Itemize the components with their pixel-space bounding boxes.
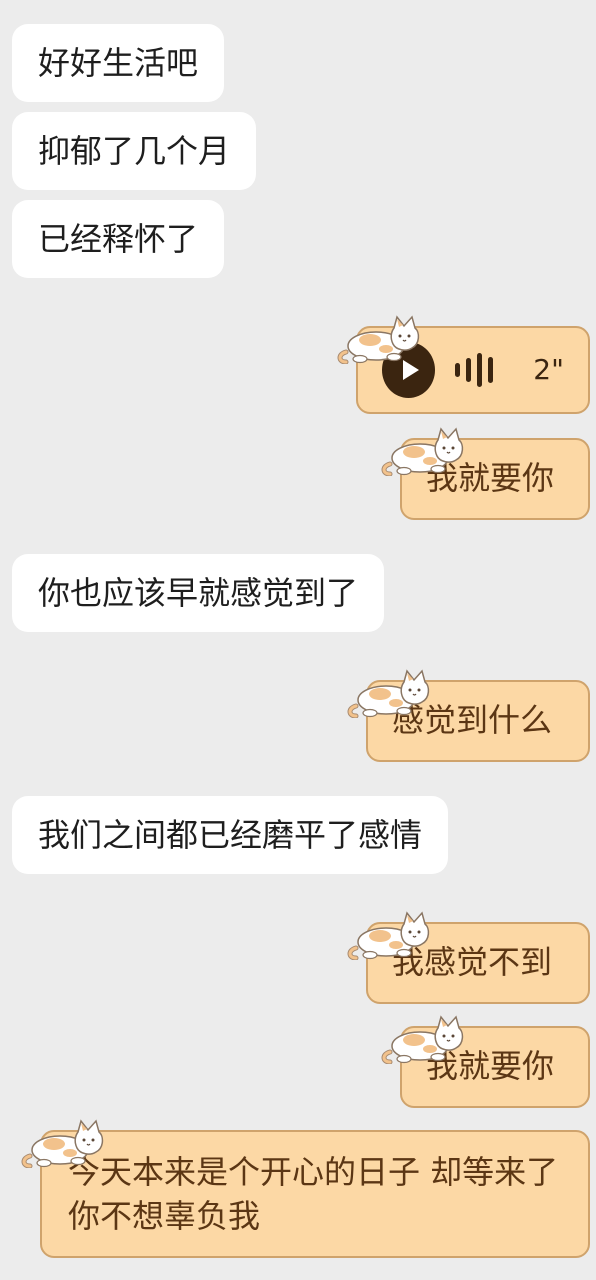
- voice-duration: 2": [533, 353, 564, 386]
- message-text: 抑郁了几个月: [38, 132, 231, 170]
- message-incoming[interactable]: 我们之间都已经磨平了感情: [12, 796, 449, 874]
- cat-sticker-icon: [20, 1112, 110, 1168]
- chat-view: 好好生活吧 抑郁了几个月 已经释怀了 2" 我就要你 你也应该早就感觉到了 感觉…: [0, 0, 596, 1280]
- message-text: 你也应该早就感觉到了: [38, 574, 359, 612]
- cat-sticker-icon: [346, 904, 436, 960]
- message-text: 我们之间都已经磨平了感情: [38, 816, 423, 854]
- message-incoming[interactable]: 你也应该早就感觉到了: [12, 554, 385, 632]
- message-incoming[interactable]: 已经释怀了: [12, 200, 225, 278]
- cat-sticker-icon: [380, 1008, 470, 1064]
- message-incoming[interactable]: 抑郁了几个月: [12, 112, 257, 190]
- cat-sticker-icon: [346, 662, 436, 718]
- waveform-icon: [455, 353, 499, 387]
- message-outgoing[interactable]: 今天本来是个开心的日子 却等来了你不想辜负我: [40, 1130, 590, 1258]
- cat-sticker-icon: [380, 420, 470, 476]
- message-text: 已经释怀了: [38, 220, 199, 258]
- message-incoming[interactable]: 好好生活吧: [12, 24, 225, 102]
- message-text: 今天本来是个开心的日子 却等来了你不想辜负我: [68, 1153, 559, 1235]
- message-text: 好好生活吧: [38, 44, 199, 82]
- cat-sticker-icon: [336, 308, 426, 364]
